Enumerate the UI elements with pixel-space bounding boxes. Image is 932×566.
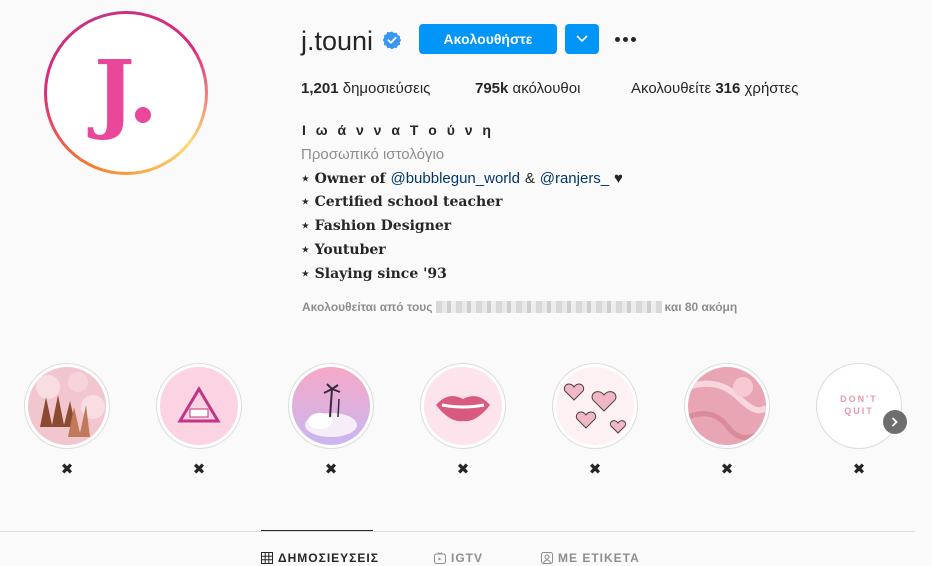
story-highlight-5[interactable] bbox=[552, 363, 638, 449]
followers-count: 795k bbox=[475, 80, 509, 97]
story-highlight-4[interactable] bbox=[420, 363, 506, 449]
highlight-5-label: ✖ bbox=[588, 461, 602, 478]
profile-username: j.touni bbox=[301, 26, 374, 56]
followed-by-text[interactable]: Ακολουθείται από τους και 80 ακόμη bbox=[302, 300, 737, 314]
hearts-icon bbox=[556, 367, 634, 445]
suggested-dropdown-button[interactable] bbox=[565, 24, 599, 54]
triangle-logo-icon bbox=[160, 367, 238, 445]
dont-quit-icon: DON'T QUIT bbox=[820, 367, 898, 445]
bio-ampersand: & bbox=[524, 170, 535, 187]
following-suffix: χρήστες bbox=[744, 80, 799, 97]
bio-owner-prefix: ⋆ Owner of bbox=[301, 171, 386, 187]
following-count: 316 bbox=[715, 80, 741, 97]
tab-igtv-label: IGTV bbox=[451, 551, 484, 565]
highlight-2-label: ✖ bbox=[192, 461, 206, 478]
tab-posts-label: ΔΗΜΟΣΙΕΥΣΕΙΣ bbox=[278, 551, 379, 565]
highlight-6-label: ✖ bbox=[720, 461, 734, 478]
story-highlight-7[interactable]: DON'T QUIT bbox=[816, 363, 902, 449]
palm-cloud-icon bbox=[292, 367, 370, 445]
pink-marble-icon bbox=[688, 367, 766, 445]
posts-label: δημοσιεύσεις bbox=[342, 80, 431, 97]
chevron-right-icon bbox=[892, 417, 898, 427]
following-prefix: Ακολουθείτε bbox=[631, 80, 712, 97]
follow-button[interactable]: Ακολουθήστε bbox=[419, 24, 557, 54]
tab-tagged-label: ΜΕ ΕΤΙΚΕΤΑ bbox=[558, 551, 640, 565]
tab-tagged[interactable]: ΜΕ ΕΤΙΚΕΤΑ bbox=[541, 551, 640, 565]
highlight-1-label: ✖ bbox=[60, 461, 74, 478]
dot bbox=[614, 36, 620, 42]
followers-stat[interactable]: 795k ακόλουθοι bbox=[475, 80, 580, 97]
chevron-down-icon bbox=[576, 35, 588, 42]
lips-icon bbox=[424, 367, 502, 445]
tabs-divider bbox=[0, 531, 915, 532]
heart-icon: ♥ bbox=[614, 170, 623, 187]
following-stat[interactable]: Ακολουθείτε 316 χρήστες bbox=[631, 80, 798, 97]
bio-mention-ranjers[interactable]: @ranjers_ bbox=[540, 170, 609, 187]
tab-igtv[interactable]: IGTV bbox=[434, 551, 483, 565]
verified-badge-icon bbox=[383, 31, 401, 49]
dont-quit-text: DON'T QUIT bbox=[840, 394, 878, 416]
profile-category: Προσωπικό ιστολόγιο bbox=[301, 146, 445, 163]
bio-mention-bubblegun[interactable]: @bubblegun_world bbox=[390, 170, 520, 187]
bio-line-slaying: ⋆ Slaying since '93 bbox=[301, 266, 447, 282]
bio-line-designer: ⋆ Fashion Designer bbox=[301, 218, 452, 234]
highlight-7-label: ✖ bbox=[852, 461, 866, 478]
avatar-inner: J. bbox=[47, 14, 205, 172]
more-options-icon[interactable] bbox=[612, 28, 638, 50]
followers-label: ακόλουθοι bbox=[512, 80, 581, 97]
hands-photo-icon bbox=[28, 367, 106, 445]
story-highlight-3[interactable] bbox=[288, 363, 374, 449]
tag-icon bbox=[541, 552, 553, 564]
posts-count: 1,201 bbox=[301, 80, 339, 97]
followed-by-prefix: Ακολουθείται από τους bbox=[302, 300, 433, 314]
profile-full-name: Ι ω ά ν ν α Τ ο ύ ν η bbox=[302, 122, 494, 138]
igtv-icon bbox=[434, 552, 446, 564]
profile-avatar[interactable]: J. bbox=[44, 11, 208, 175]
dot bbox=[630, 36, 636, 42]
blurred-follower-names bbox=[435, 301, 662, 313]
bio-line-owner: ⋆ Owner of @bubblegun_world & @ranjers_ … bbox=[301, 170, 623, 187]
followed-by-suffix: και 80 ακόμη bbox=[664, 300, 738, 314]
story-highlight-2[interactable] bbox=[156, 363, 242, 449]
dot bbox=[622, 36, 628, 42]
story-highlight-6[interactable] bbox=[684, 363, 770, 449]
highlights-next-arrow-icon[interactable] bbox=[883, 410, 907, 434]
bio-line-teacher: ⋆ Certified school teacher bbox=[301, 194, 503, 210]
avatar-logo-letter: J. bbox=[94, 42, 158, 143]
story-highlight-1[interactable] bbox=[24, 363, 110, 449]
posts-stat: 1,201 δημοσιεύσεις bbox=[301, 80, 430, 97]
grid-icon bbox=[261, 552, 273, 564]
tab-posts[interactable]: ΔΗΜΟΣΙΕΥΣΕΙΣ bbox=[261, 551, 379, 565]
highlight-3-label: ✖ bbox=[324, 461, 338, 478]
highlight-4-label: ✖ bbox=[456, 461, 470, 478]
active-tab-indicator bbox=[261, 530, 373, 531]
bio-line-youtuber: ⋆ Youtuber bbox=[301, 242, 386, 258]
